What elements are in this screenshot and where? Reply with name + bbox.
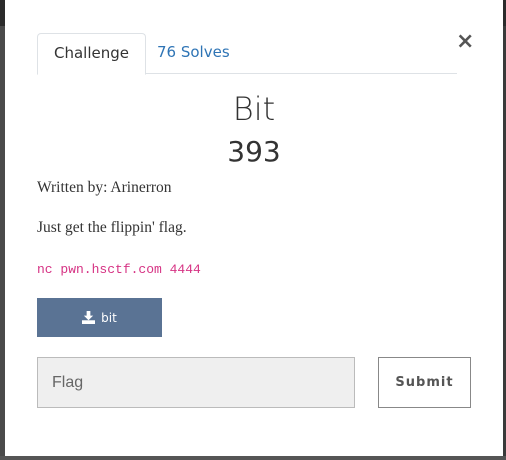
modal-backdrop-bottom — [0, 456, 506, 460]
flag-input[interactable] — [37, 357, 355, 408]
download-icon — [82, 311, 96, 324]
tab-challenge[interactable]: Challenge — [37, 33, 146, 75]
challenge-description: Just get the flippin' flag. — [37, 219, 187, 236]
close-icon[interactable]: × — [456, 30, 474, 54]
submit-button[interactable]: Submit — [378, 357, 471, 408]
challenge-command: nc pwn.hsctf.com 4444 — [37, 262, 201, 277]
challenge-name: Bit — [232, 90, 276, 128]
download-file-label: bit — [101, 310, 117, 325]
challenge-modal: × Challenge 76 Solves Bit 393 Written by… — [5, 0, 503, 456]
modal-tabs: Challenge 76 Solves — [37, 33, 457, 75]
tab-solves[interactable]: 76 Solves — [141, 33, 246, 74]
challenge-value: 393 — [227, 135, 281, 168]
download-file-button[interactable]: bit — [37, 298, 162, 337]
challenge-author: Written by: Arinerron — [37, 179, 172, 196]
